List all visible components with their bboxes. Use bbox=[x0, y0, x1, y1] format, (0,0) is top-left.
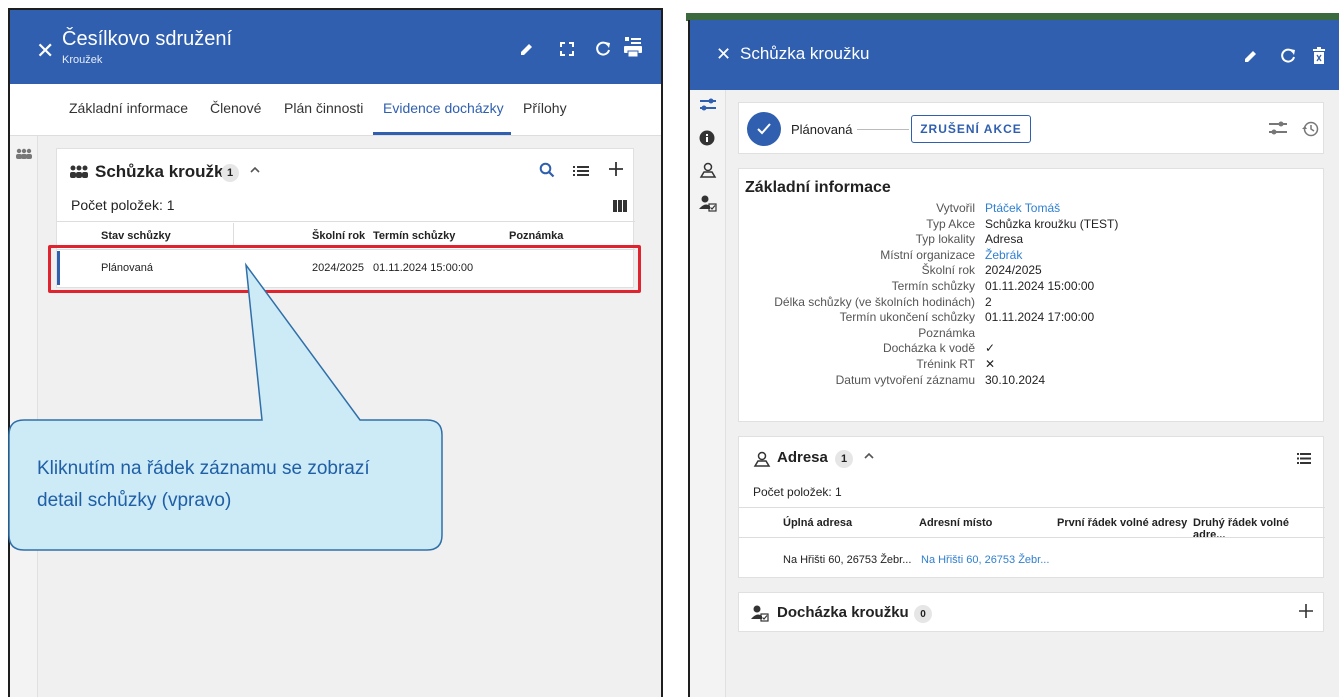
info-value: 01.11.2024 15:00:00 bbox=[985, 279, 1095, 293]
edit-icon[interactable] bbox=[516, 38, 538, 60]
refresh-icon[interactable] bbox=[592, 38, 614, 60]
search-icon[interactable] bbox=[539, 162, 555, 183]
column-header-address-place[interactable]: Adresní místo bbox=[919, 517, 992, 529]
attendance-title: Docházka kroužku bbox=[777, 604, 909, 621]
edit-icon[interactable] bbox=[1240, 45, 1262, 67]
fullscreen-icon[interactable] bbox=[556, 38, 578, 60]
columns-icon[interactable] bbox=[613, 199, 627, 217]
attendance-icon[interactable] bbox=[699, 194, 717, 216]
delete-icon[interactable] bbox=[1308, 45, 1330, 67]
address-title: Adresa bbox=[777, 449, 828, 466]
info-value: ✓ bbox=[985, 341, 996, 356]
add-icon[interactable] bbox=[608, 161, 624, 182]
info-label: Vytvořil bbox=[936, 201, 975, 215]
list-icon[interactable] bbox=[1297, 451, 1311, 469]
right-side-rail bbox=[690, 90, 726, 697]
attendance-icon bbox=[751, 604, 769, 627]
info-label: Datum vytvoření záznamu bbox=[835, 372, 975, 387]
info-label: Délka schůzky (ve školních hodinách) bbox=[774, 294, 975, 309]
info-label: Typ Akce bbox=[926, 216, 975, 231]
info-value: 01.11.2024 17:00:00 bbox=[985, 310, 1095, 325]
info-label: Typ lokality bbox=[915, 232, 975, 247]
close-icon[interactable]: ✕ bbox=[716, 44, 731, 65]
cancel-event-button[interactable]: ZRUŠENÍ AKCE bbox=[911, 115, 1031, 143]
info-icon[interactable] bbox=[699, 130, 715, 150]
cell-address-place-link[interactable]: Na Hřišti 60, 26753 Žebr... bbox=[921, 554, 1049, 566]
right-panel: ✕ Schůzka kroužku Plánovaná ZRUŠENÍ AKCE… bbox=[688, 20, 1339, 697]
status-connector bbox=[857, 129, 909, 130]
callout-text-line2: detail schůzky (vpravo) bbox=[37, 490, 232, 511]
info-label: Docházka k vodě bbox=[882, 341, 975, 356]
info-label: Termín schůzky bbox=[891, 279, 975, 293]
settings-sliders-icon[interactable] bbox=[699, 98, 717, 118]
add-icon[interactable] bbox=[1299, 604, 1313, 623]
column-header-poznamka[interactable]: Poznámka bbox=[509, 230, 563, 242]
detail-title: Schůzka kroužku bbox=[740, 44, 870, 63]
table-divider bbox=[739, 537, 1325, 538]
right-main-content: Plánovaná ZRUŠENÍ AKCE Základní informac… bbox=[726, 90, 1339, 697]
chevron-up-icon[interactable] bbox=[863, 449, 875, 467]
check-icon bbox=[747, 112, 781, 146]
status-label: Plánovaná bbox=[791, 122, 853, 137]
refresh-icon[interactable] bbox=[1277, 45, 1299, 67]
info-label: Termín ukončení schůzky bbox=[839, 310, 975, 325]
print-icon[interactable] bbox=[622, 36, 644, 58]
info-label: Poznámka bbox=[918, 325, 975, 340]
history-icon[interactable] bbox=[1301, 120, 1319, 143]
tab-prilohy[interactable]: Přílohy bbox=[523, 100, 567, 116]
status-card: Plánovaná ZRUŠENÍ AKCE bbox=[738, 102, 1324, 154]
info-value: Adresa bbox=[985, 232, 1024, 247]
item-count: Počet položek: 1 bbox=[753, 485, 842, 499]
basic-info-card: Základní informace Vytvořil Ptáček Tomáš T… bbox=[738, 168, 1324, 422]
info-label: Trénink RT bbox=[916, 357, 975, 371]
info-value: 2 bbox=[985, 294, 992, 309]
count-badge: 0 bbox=[914, 605, 932, 623]
column-header-free-line1[interactable]: První řádek volné adresy bbox=[1057, 517, 1187, 529]
info-value: 30.10.2024 bbox=[985, 372, 1046, 387]
table-divider bbox=[739, 507, 1325, 508]
info-label: Místní organizace bbox=[880, 247, 975, 262]
count-badge: 1 bbox=[835, 450, 853, 468]
info-value-link[interactable]: Žebrák bbox=[985, 248, 1022, 262]
table-row[interactable]: Na Hřišti 60, 26753 Žebr... Na Hřišti 60… bbox=[739, 539, 1325, 577]
attendance-card: Docházka kroužku 0 bbox=[738, 592, 1324, 632]
info-label: Školní rok bbox=[921, 263, 975, 278]
info-value-link[interactable]: Ptáček Tomáš bbox=[985, 201, 1060, 215]
info-value: Schůzka kroužku (TEST) bbox=[985, 216, 1119, 231]
cell-full-address: Na Hřišti 60, 26753 Žebr... bbox=[783, 554, 912, 566]
settings-sliders-icon[interactable] bbox=[1268, 121, 1288, 142]
callout-text-line1: Kliknutím na řádek záznamu se zobrazí bbox=[37, 458, 370, 479]
list-icon[interactable] bbox=[573, 164, 589, 182]
info-value: ✕ bbox=[985, 357, 996, 371]
address-card: Adresa 1 Počet položek: 1 Úplná adresa A… bbox=[738, 436, 1325, 578]
location-person-icon bbox=[753, 451, 771, 472]
column-header-full-address[interactable]: Úplná adresa bbox=[783, 517, 852, 529]
info-value: 2024/2025 bbox=[985, 263, 1042, 278]
basic-info-title: Základní informace bbox=[745, 179, 891, 196]
right-header: ✕ Schůzka kroužku bbox=[690, 20, 1339, 90]
location-person-icon[interactable] bbox=[699, 162, 717, 182]
